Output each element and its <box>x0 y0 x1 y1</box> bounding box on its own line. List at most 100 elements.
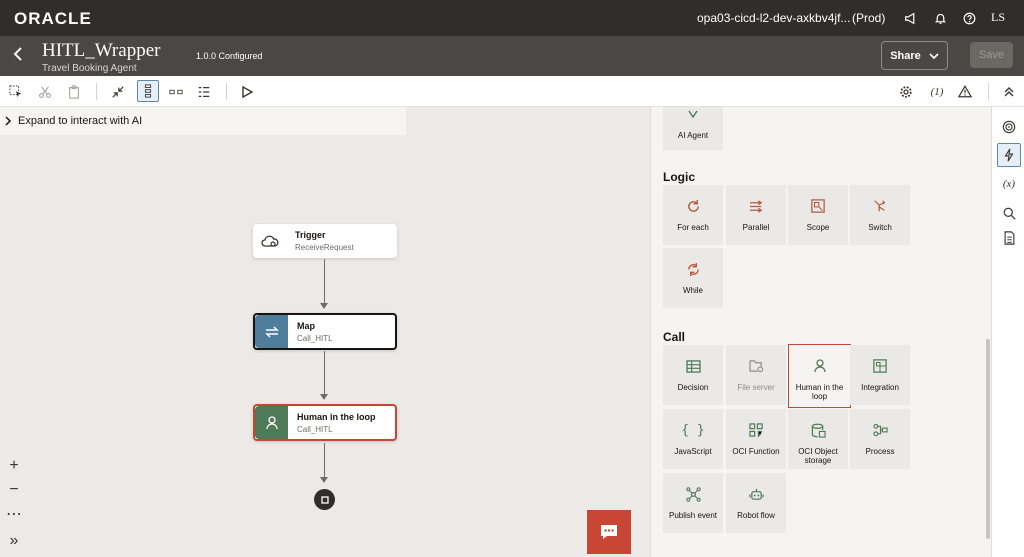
tile-label: For each <box>677 223 709 232</box>
outline-view-icon[interactable] <box>195 83 213 100</box>
palette-item-integration[interactable]: Integration <box>850 345 910 405</box>
palette-item-publish-event[interactable]: Publish event <box>663 473 723 533</box>
connector-line <box>324 259 325 305</box>
while-loop-icon <box>686 261 701 277</box>
collapse-icon[interactable] <box>109 83 127 100</box>
trigger-node[interactable]: Trigger ReceiveRequest <box>253 224 397 258</box>
tile-label: JavaScript <box>674 447 712 456</box>
parallel-icon <box>749 198 764 214</box>
select-icon[interactable] <box>7 83 25 100</box>
zoom-out-button[interactable]: − <box>0 478 28 502</box>
version-status: 1.0.0 Configured <box>196 51 263 61</box>
node-subtitle: Call_HITL <box>297 334 333 343</box>
flow-canvas[interactable]: Expand to interact with AI Trigger Recei… <box>0 107 650 557</box>
node-subtitle: ReceiveRequest <box>295 243 354 252</box>
chevron-down-icon <box>929 52 939 59</box>
chat-button[interactable] <box>587 510 631 554</box>
palette-item-javascript[interactable]: { } JavaScript <box>663 409 723 469</box>
environment-tag: (Prod) <box>852 11 886 25</box>
search-icon[interactable] <box>997 201 1021 225</box>
palette-item-parallel[interactable]: Parallel <box>726 185 786 245</box>
canvas-toolbar: (1) <box>0 76 1024 107</box>
palette-item-scope[interactable]: Scope <box>788 185 848 245</box>
storage-icon <box>811 422 826 438</box>
tile-label: While <box>682 286 703 295</box>
save-button[interactable]: Save <box>970 42 1013 68</box>
back-button[interactable] <box>9 44 27 64</box>
human-in-the-loop-node[interactable]: Human in the loop Call_HITL <box>253 404 397 441</box>
toolbar-divider <box>226 83 227 100</box>
connector-arrow <box>320 477 328 483</box>
oracle-logo[interactable]: ORACLE <box>14 9 92 29</box>
loop-icon <box>686 198 701 214</box>
tile-label: Decision <box>677 383 709 392</box>
horizontal-layout-icon[interactable] <box>167 83 185 100</box>
palette-item-robot-flow[interactable]: Robot flow <box>726 473 786 533</box>
paste-icon[interactable] <box>65 83 83 100</box>
page-subtitle: Travel Booking Agent <box>42 63 137 74</box>
curly-braces-icon: { } <box>681 422 705 438</box>
help-icon[interactable] <box>961 10 977 26</box>
palette-item-switch[interactable]: Switch <box>850 185 910 245</box>
end-node[interactable] <box>314 489 335 510</box>
expand-ai-label: Expand to interact with AI <box>18 115 143 127</box>
actions-palette[interactable]: AI Agent Logic For each Parallel Scope S… <box>650 107 991 557</box>
tile-label: Switch <box>868 223 892 232</box>
cut-icon[interactable] <box>36 83 54 100</box>
chevron-right-icon <box>5 116 12 126</box>
page-title: HITL_Wrapper <box>42 40 161 61</box>
publish-event-icon <box>685 486 701 502</box>
tile-label: Parallel <box>742 223 770 232</box>
palette-item-oci-function[interactable]: OCI Function <box>726 409 786 469</box>
tile-label: OCI Object storage <box>798 447 838 465</box>
expand-controls-button[interactable]: » <box>0 529 28 553</box>
bell-icon[interactable] <box>932 10 948 26</box>
variables-count-icon[interactable]: (1) <box>925 83 949 100</box>
palette-scrollbar[interactable] <box>986 339 990 539</box>
share-button[interactable]: Share <box>881 41 948 70</box>
collapse-up-icon[interactable] <box>1000 83 1018 100</box>
person-icon <box>813 358 826 374</box>
variables-icon[interactable]: (x) <box>997 172 1021 196</box>
palette-item-decision[interactable]: Decision <box>663 345 723 405</box>
node-subtitle: Call_HITL <box>297 425 333 434</box>
function-grid-icon <box>748 422 764 438</box>
tile-label: Publish event <box>668 511 718 520</box>
map-node[interactable]: Map Call_HITL <box>253 313 397 350</box>
palette-item-while[interactable]: While <box>663 248 723 308</box>
decision-table-icon <box>685 358 701 374</box>
palette-item-human-in-the-loop[interactable]: Human in the loop <box>788 344 851 408</box>
tile-label: Integration <box>861 383 899 392</box>
zoom-in-button[interactable]: + <box>0 454 28 478</box>
environment-name[interactable]: opa03-cicd-l2-dev-axkbv4jf... <box>697 11 850 25</box>
user-avatar[interactable]: LS <box>991 10 1005 25</box>
section-title-call: Call <box>663 330 686 344</box>
play-icon[interactable] <box>238 83 256 100</box>
palette-item-ai-agent[interactable]: AI Agent <box>663 107 723 150</box>
tile-label: Scope <box>806 223 830 232</box>
map-icon <box>255 315 288 348</box>
toolbar-divider <box>988 83 989 100</box>
document-icon[interactable] <box>997 226 1021 250</box>
target-icon[interactable] <box>997 115 1021 139</box>
vertical-layout-icon[interactable] <box>137 80 159 102</box>
process-icon <box>872 422 888 438</box>
switch-icon <box>873 198 887 214</box>
palette-item-oci-object-storage[interactable]: OCI Object storage <box>788 409 848 469</box>
node-title: Human in the loop <box>297 412 376 422</box>
gear-icon[interactable] <box>897 83 915 100</box>
expand-ai-bar[interactable]: Expand to interact with AI <box>0 107 406 135</box>
palette-item-file-server[interactable]: File server <box>726 345 786 405</box>
connector-line <box>324 443 325 479</box>
tile-label: AI Agent <box>677 131 709 140</box>
more-options-button[interactable]: ⋯ <box>0 502 28 526</box>
palette-item-for-each[interactable]: For each <box>663 185 723 245</box>
actions-lightning-icon[interactable] <box>997 143 1021 167</box>
warning-icon[interactable] <box>956 83 974 100</box>
announcement-icon[interactable] <box>902 10 918 26</box>
chevron-left-icon <box>13 47 22 61</box>
share-button-label: Share <box>890 49 921 62</box>
palette-item-process[interactable]: Process <box>850 409 910 469</box>
section-title-logic: Logic <box>663 170 695 184</box>
tile-label: OCI Function <box>732 447 780 456</box>
